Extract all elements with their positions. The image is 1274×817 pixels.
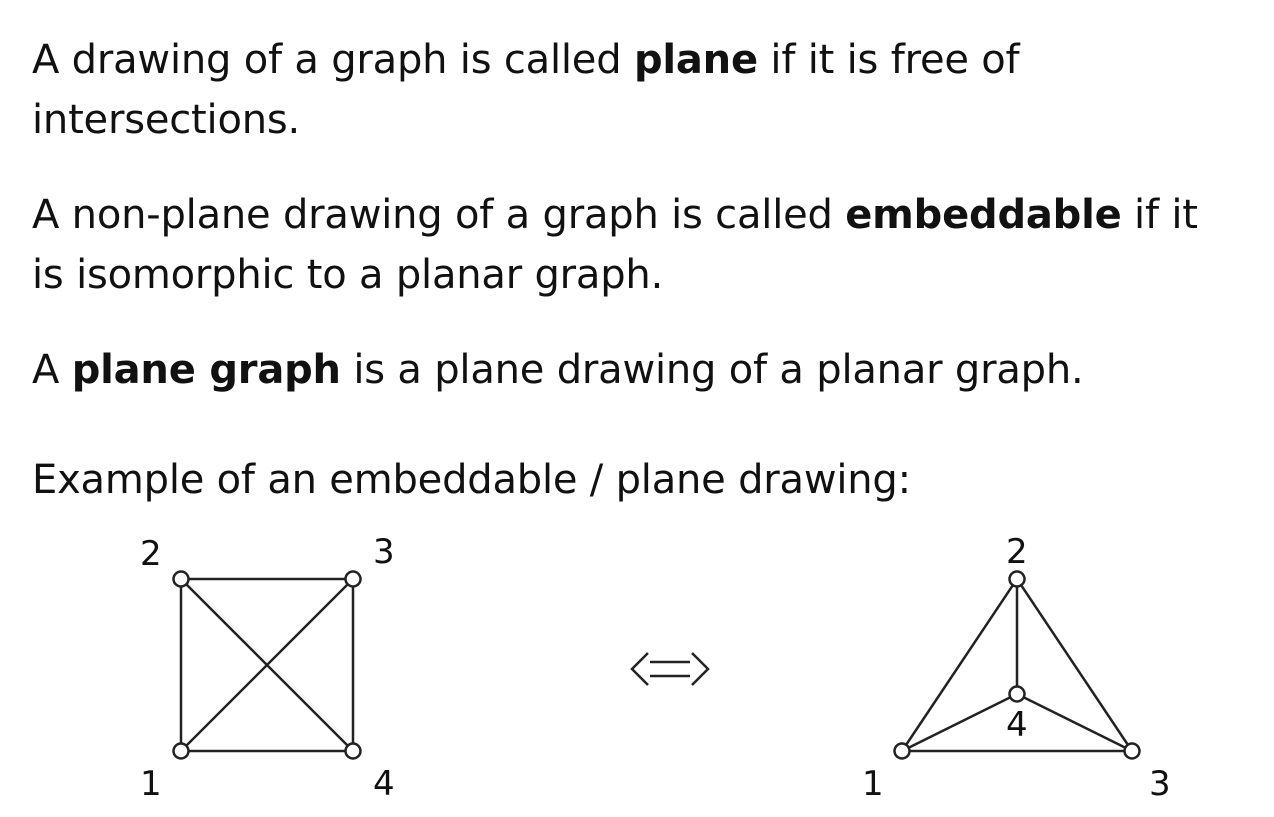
right-label-1: 1 bbox=[862, 764, 884, 804]
left-label-1: 1 bbox=[140, 764, 162, 804]
slide: A drawing of a graph is called plane if … bbox=[0, 0, 1274, 817]
right-vertex-4 bbox=[1008, 685, 1026, 703]
right-edge-4-3 bbox=[1016, 692, 1133, 753]
right-graph: 2 4 1 3 bbox=[862, 532, 1171, 804]
left-vertex-2 bbox=[172, 570, 190, 588]
left-vertex-4 bbox=[344, 742, 362, 760]
right-edge-2-3 bbox=[1015, 578, 1134, 752]
example-graphs: 2 3 1 4 2 4 1 3 bbox=[140, 532, 1171, 804]
right-label-3: 3 bbox=[1149, 764, 1171, 804]
left-vertex-1 bbox=[172, 742, 190, 760]
left-graph: 2 3 1 4 bbox=[140, 532, 395, 804]
right-label-4: 4 bbox=[1006, 705, 1028, 745]
right-edge-4-1 bbox=[901, 692, 1018, 753]
left-label-2: 2 bbox=[140, 534, 162, 574]
right-vertex-2 bbox=[1008, 570, 1026, 588]
right-vertex-3 bbox=[1123, 742, 1141, 760]
left-label-4: 4 bbox=[373, 764, 395, 804]
right-edge-2-1 bbox=[900, 578, 1019, 752]
equivalence-arrow-icon bbox=[630, 652, 710, 686]
left-label-3: 3 bbox=[373, 532, 395, 572]
right-label-2: 2 bbox=[1006, 532, 1028, 572]
left-vertex-3 bbox=[344, 570, 362, 588]
right-vertex-1 bbox=[893, 742, 911, 760]
